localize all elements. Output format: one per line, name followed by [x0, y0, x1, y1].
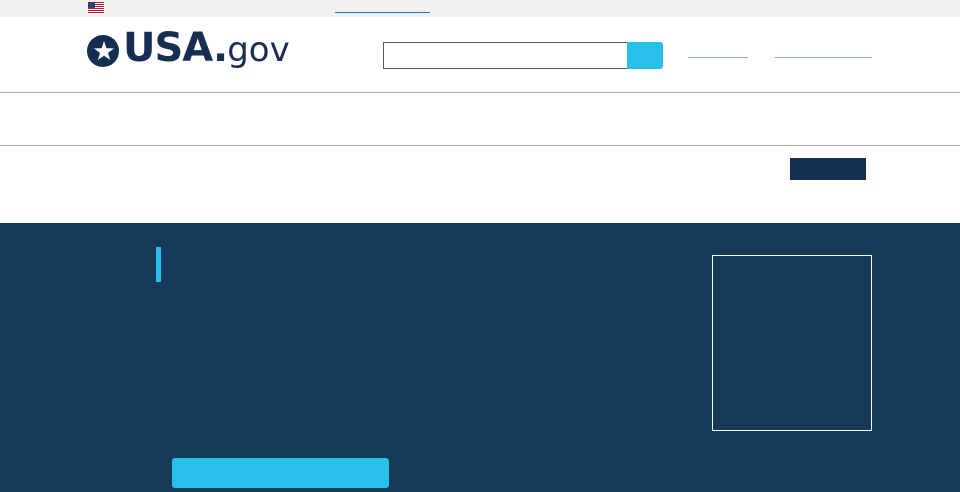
official-site-banner [0, 0, 960, 17]
logo-name: USA [123, 25, 214, 71]
banner-how-you-know-link[interactable] [335, 12, 430, 13]
us-flag-icon [88, 2, 104, 13]
header-link-2[interactable] [775, 57, 872, 58]
hero-cta-button[interactable] [172, 458, 389, 488]
header-link-1[interactable] [688, 57, 748, 58]
logo-wordmark: USA.gov [123, 28, 290, 68]
search-button[interactable] [627, 42, 663, 69]
site-header: USA.gov [0, 17, 960, 93]
hero-section [0, 223, 960, 492]
star-circle-icon [87, 35, 119, 67]
main-navigation [0, 93, 960, 146]
hero-accent-bar [156, 247, 161, 282]
menu-button[interactable] [790, 158, 866, 180]
breadcrumb [0, 146, 960, 223]
logo-suffix: gov [227, 30, 290, 70]
search-input[interactable] [383, 42, 628, 69]
logo-dot: . [213, 25, 228, 71]
hero-callout-box [712, 255, 872, 431]
